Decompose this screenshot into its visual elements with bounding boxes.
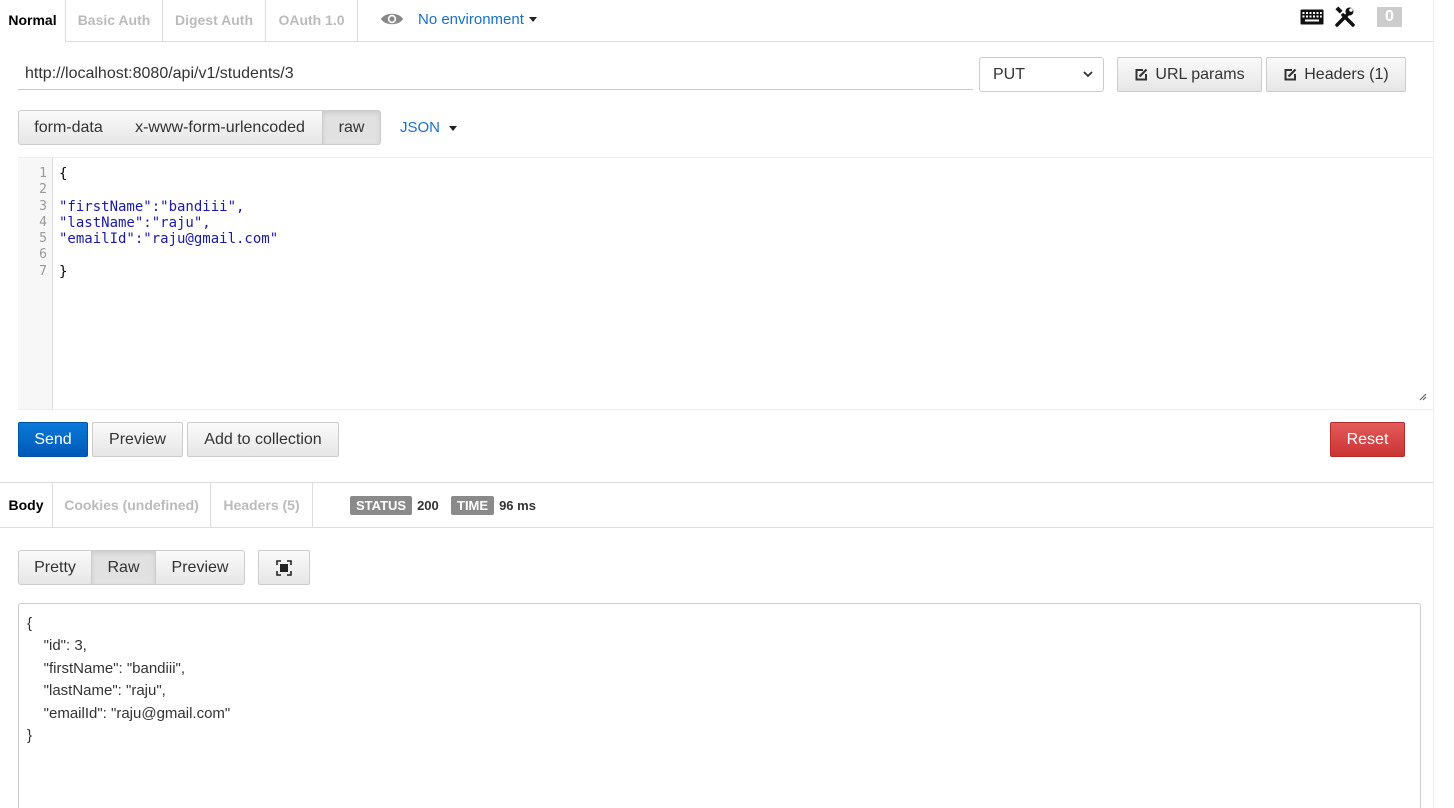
chevron-down-icon bbox=[1083, 71, 1093, 78]
tab-response-body[interactable]: Body bbox=[0, 483, 53, 528]
fullscreen-button[interactable] bbox=[258, 550, 310, 585]
environment-label: No environment bbox=[418, 10, 524, 28]
tab-response-cookies[interactable]: Cookies (undefined) bbox=[53, 483, 211, 528]
code-line: { bbox=[59, 166, 68, 182]
code-line: "firstName":"bandiii", bbox=[59, 198, 245, 215]
line-number: 5 bbox=[39, 231, 47, 247]
tab-oauth[interactable]: OAuth 1.0 bbox=[266, 0, 358, 42]
chevron-down-icon bbox=[528, 16, 537, 22]
time-label: TIME bbox=[451, 496, 495, 515]
code-line: } bbox=[59, 263, 68, 280]
response-line: } bbox=[27, 726, 33, 744]
chevron-down-icon bbox=[449, 125, 458, 131]
tab-digest-auth[interactable]: Digest Auth bbox=[163, 0, 266, 42]
view-mode-pretty[interactable]: Pretty bbox=[18, 550, 92, 585]
view-mode-preview[interactable]: Preview bbox=[155, 550, 245, 585]
request-body-editor[interactable]: 1 2 3 4 5 6 7 { "firstName":"bandiii", "… bbox=[18, 157, 1433, 410]
preview-button[interactable]: Preview bbox=[92, 422, 183, 457]
time-value: 96 ms bbox=[499, 498, 536, 513]
tab-basic-auth[interactable]: Basic Auth bbox=[66, 0, 163, 42]
status-display: STATUS 200 bbox=[350, 496, 439, 515]
method-select[interactable]: PUT bbox=[979, 57, 1104, 92]
headers-button[interactable]: Headers (1) bbox=[1266, 57, 1406, 92]
response-body: { "id": 3, "firstName": "bandiii", "last… bbox=[18, 603, 1421, 808]
url-input[interactable] bbox=[18, 58, 973, 90]
auth-tab-bar: Normal Basic Auth Digest Auth OAuth 1.0 … bbox=[0, 0, 1433, 43]
tab-response-headers[interactable]: Headers (5) bbox=[211, 483, 313, 528]
time-display: TIME 96 ms bbox=[451, 496, 536, 515]
view-mode-raw[interactable]: Raw bbox=[91, 550, 156, 585]
response-line: { bbox=[27, 615, 33, 632]
body-type-urlencoded[interactable]: x-www-form-urlencoded bbox=[118, 110, 323, 145]
body-format-label: JSON bbox=[400, 119, 441, 136]
response-line: "lastName": "raju", bbox=[27, 682, 166, 700]
fullscreen-icon bbox=[276, 559, 292, 576]
status-label: STATUS bbox=[350, 496, 413, 515]
status-value: 200 bbox=[417, 498, 439, 513]
url-params-button[interactable]: URL params bbox=[1117, 57, 1262, 92]
code-lines: { "firstName":"bandiii", "lastName":"raj… bbox=[59, 166, 278, 280]
count-badge[interactable]: 0 bbox=[1377, 7, 1402, 27]
add-to-collection-button[interactable]: Add to collection bbox=[187, 422, 339, 457]
keyboard-icon[interactable] bbox=[1300, 8, 1324, 26]
response-line: "emailId": "raju@gmail.com" bbox=[27, 704, 231, 722]
body-type-raw[interactable]: raw bbox=[322, 110, 381, 145]
url-params-label: URL params bbox=[1155, 65, 1245, 83]
reset-button[interactable]: Reset bbox=[1330, 422, 1405, 457]
body-type-form-data[interactable]: form-data bbox=[18, 110, 119, 145]
line-number: 3 bbox=[39, 198, 47, 214]
body-format-dropdown[interactable]: JSON bbox=[400, 119, 458, 136]
line-number: 1 bbox=[39, 166, 47, 181]
code-line: "lastName":"raju", bbox=[59, 214, 211, 231]
method-value: PUT bbox=[993, 66, 1025, 83]
tab-normal[interactable]: Normal bbox=[0, 0, 66, 43]
tools-icon[interactable] bbox=[1334, 6, 1356, 28]
headers-label: Headers (1) bbox=[1304, 65, 1389, 83]
code-line: "emailId":"raju@gmail.com" bbox=[59, 231, 279, 248]
environment-selector[interactable]: No environment bbox=[380, 9, 537, 29]
line-number: 2 bbox=[39, 182, 47, 198]
line-number: 4 bbox=[39, 214, 47, 230]
page-scrollbar[interactable] bbox=[1433, 0, 1454, 808]
line-number: 6 bbox=[39, 247, 47, 263]
line-number-gutter: 1 2 3 4 5 6 7 bbox=[18, 158, 53, 409]
line-number: 7 bbox=[39, 263, 47, 279]
response-line: "firstName": "bandiii", bbox=[27, 659, 186, 677]
send-button[interactable]: Send bbox=[18, 422, 88, 457]
edit-icon bbox=[1284, 68, 1297, 80]
response-tab-bar: Body Cookies (undefined) Headers (5) STA… bbox=[0, 482, 1433, 528]
eye-icon bbox=[381, 13, 403, 25]
resize-handle-icon[interactable] bbox=[1418, 392, 1427, 401]
edit-icon bbox=[1135, 68, 1148, 80]
response-line: "id": 3, bbox=[27, 637, 87, 655]
